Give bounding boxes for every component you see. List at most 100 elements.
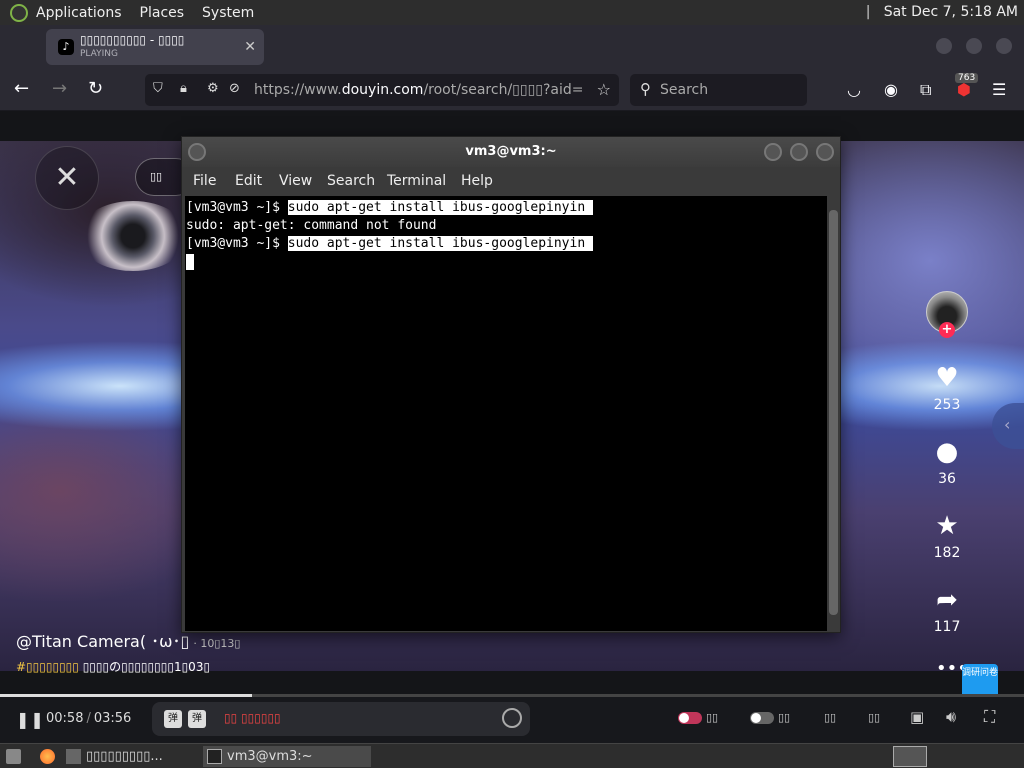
- caption-hashtag[interactable]: #▯▯▯▯▯▯▯▯: [16, 660, 79, 674]
- survey-mascot-button[interactable]: 调研问卷: [962, 664, 998, 698]
- volume-icon[interactable]: 🔊︎: [946, 707, 956, 727]
- terminal-menubar: File Edit View Search Terminal Help: [182, 167, 840, 196]
- total-time: 03:56: [93, 711, 132, 726]
- menu-help[interactable]: Help: [461, 173, 493, 189]
- lock-icon[interactable]: 🔒︎: [180, 81, 187, 96]
- fullscreen-icon[interactable]: ⛶: [984, 707, 995, 727]
- terminal-line: [vm3@vm3 ~]$ sudo apt-get install ibus-g…: [186, 235, 827, 253]
- terminal-output[interactable]: [vm3@vm3 ~]$ sudo apt-get install ibus-g…: [185, 196, 827, 631]
- clear-screen-toggle[interactable]: ▯▯: [750, 711, 790, 724]
- terminal-line: [186, 253, 827, 271]
- autoplay-toggle[interactable]: ▯▯: [678, 711, 718, 724]
- video-eye-image: [78, 201, 188, 271]
- danmu-input[interactable]: 弹 弹 ▯▯ ▯▯▯▯▯▯: [152, 702, 530, 736]
- maximize-window-icon[interactable]: [966, 38, 982, 54]
- menu-view[interactable]: View: [279, 173, 312, 189]
- hamburger-menu-icon[interactable]: ☰: [992, 80, 1006, 99]
- autoplay-blocked-icon[interactable]: ⊘: [229, 81, 240, 96]
- reload-icon[interactable]: ↻: [88, 79, 103, 99]
- caption-text: ▯▯▯▯の▯▯▯▯▯▯▯▯1▯03▯: [78, 660, 211, 674]
- danmu-toggle-icon[interactable]: 弹: [164, 710, 182, 728]
- back-arrow-icon[interactable]: ←: [14, 79, 29, 99]
- maximize-icon[interactable]: [790, 143, 808, 161]
- tiktok-favicon-icon: ♪: [58, 39, 74, 55]
- share-count: 117: [933, 619, 961, 635]
- comment-bubble-icon: ●: [935, 437, 959, 467]
- firefox-icon: [40, 749, 55, 764]
- extensions-icon[interactable]: ⧉: [920, 80, 931, 100]
- show-desktop-button[interactable]: [2, 746, 26, 767]
- listen-button[interactable]: ▯▯: [824, 711, 836, 724]
- share-arrow-icon: ➦: [936, 585, 958, 615]
- extension-badge: 763: [955, 73, 979, 83]
- close-icon[interactable]: [816, 143, 834, 161]
- forward-arrow-icon[interactable]: →: [52, 79, 67, 99]
- terminal-scrollbar[interactable]: [827, 196, 840, 631]
- window-menu-icon[interactable]: [188, 143, 206, 161]
- like-button[interactable]: ♥ 253: [922, 363, 972, 413]
- favorite-button[interactable]: ★ 182: [922, 511, 972, 561]
- browser-navbar: ← → ↻ ⛉ 🔒︎ ⚙ ⊘ https://www.douyin.com/ro…: [0, 69, 1024, 111]
- firefox-launcher[interactable]: [36, 746, 60, 767]
- minimize-window-icon[interactable]: [936, 38, 952, 54]
- bottom-taskbar: ▯▯▯▯▯▯▯▯▯... vm3@vm3:~: [0, 743, 1024, 768]
- video-controls: ❚❚ 00:58/03:56 弹 弹 ▯▯ ▯▯▯▯▯▯ ▯▯ ▯▯ ▯▯ ▯▯…: [0, 697, 1024, 743]
- menu-file[interactable]: File: [193, 173, 216, 189]
- bookmark-star-icon[interactable]: ☆: [597, 80, 611, 99]
- toggle-switch-icon: [750, 712, 774, 724]
- close-window-icon[interactable]: [996, 38, 1012, 54]
- danmu-placeholder-red: ▯▯: [224, 711, 238, 725]
- taskbar-terminal-item[interactable]: vm3@vm3:~: [203, 746, 371, 767]
- comment-button[interactable]: ● 36: [922, 437, 972, 487]
- author-name[interactable]: @Titan Camera( ･ω･▯: [16, 632, 189, 651]
- quality-button[interactable]: ▯▯: [868, 711, 880, 724]
- prompt: [vm3@vm3 ~]$: [186, 200, 288, 215]
- terminal-titlebar[interactable]: vm3@vm3:~: [182, 137, 840, 167]
- tab-title: ▯▯▯▯▯▯▯▯▯▯ - ▯▯▯▯: [80, 33, 185, 47]
- menu-search[interactable]: Search: [327, 173, 375, 189]
- taskbar-firefox-item[interactable]: ▯▯▯▯▯▯▯▯▯...: [62, 746, 198, 767]
- menu-edit[interactable]: Edit: [235, 173, 262, 189]
- tab-close-icon[interactable]: ✕: [244, 39, 256, 55]
- search-bar[interactable]: ⚲ Search: [630, 74, 807, 106]
- account-icon[interactable]: ◉: [884, 80, 898, 99]
- current-time: 00:58: [46, 711, 84, 726]
- autoplay-label: ▯▯: [706, 711, 719, 724]
- workspace-switcher[interactable]: [893, 746, 927, 767]
- system-menu[interactable]: System: [202, 5, 254, 21]
- terminal-window[interactable]: vm3@vm3:~ File Edit View Search Terminal…: [181, 136, 841, 633]
- time-display: 00:58/03:56: [46, 711, 131, 726]
- close-video-icon[interactable]: ✕: [35, 146, 99, 210]
- places-menu[interactable]: Places: [140, 5, 185, 21]
- share-button[interactable]: ➦ 117: [922, 585, 972, 635]
- taskbar-terminal-label: vm3@vm3:~: [227, 749, 313, 764]
- permissions-icon[interactable]: ⚙: [207, 81, 219, 96]
- clock[interactable]: | Sat Dec 7, 5:18 AM: [866, 4, 1018, 20]
- browser-tab[interactable]: ♪ ▯▯▯▯▯▯▯▯▯▯ - ▯▯▯▯ PLAYING ✕: [46, 29, 264, 65]
- prompt: [vm3@vm3 ~]$: [186, 236, 288, 251]
- command-text: sudo apt-get install ibus-googlepinyin: [287, 200, 594, 215]
- text-cursor: [186, 253, 194, 270]
- url-text: https://www.douyin.com/root/search/▯▯▯▯?…: [254, 82, 582, 98]
- pause-icon[interactable]: ❚❚: [16, 710, 45, 729]
- like-count: 253: [933, 397, 961, 413]
- heart-icon: ♥: [935, 363, 959, 393]
- follow-plus-icon[interactable]: +: [939, 322, 955, 338]
- tab-playing-status: PLAYING: [80, 49, 118, 59]
- distro-logo-icon[interactable]: [10, 3, 28, 22]
- video-caption: #▯▯▯▯▯▯▯▯ ▯▯▯▯の▯▯▯▯▯▯▯▯1▯03▯: [16, 658, 210, 675]
- scrollbar-thumb[interactable]: [829, 210, 838, 615]
- terminal-line: sudo: apt-get: command not found: [186, 218, 437, 233]
- desktop-icon: [6, 749, 21, 764]
- url-bar[interactable]: ⛉ 🔒︎ ⚙ ⊘ https://www.douyin.com/root/sea…: [145, 74, 619, 106]
- menu-terminal[interactable]: Terminal: [387, 173, 446, 189]
- danmu-settings-icon[interactable]: 弹: [188, 710, 206, 728]
- pocket-icon[interactable]: ◡: [847, 80, 861, 99]
- comment-count: 36: [938, 471, 956, 487]
- emoji-icon[interactable]: [502, 708, 522, 728]
- pip-icon[interactable]: ▣: [910, 708, 924, 726]
- shield-icon[interactable]: ⛉: [153, 81, 163, 96]
- minimize-icon[interactable]: [764, 143, 782, 161]
- star-icon: ★: [935, 511, 959, 541]
- applications-menu[interactable]: Applications: [36, 5, 122, 21]
